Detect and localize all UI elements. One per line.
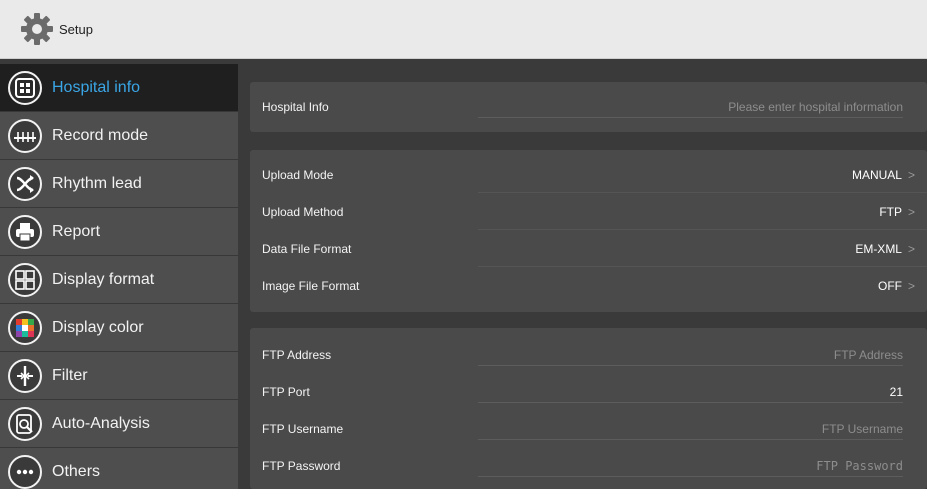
input-underline [478,365,903,366]
hospital-grid-icon [8,70,42,105]
display-grid-icon [8,262,42,297]
sidebar-item-label: Display color [52,318,144,336]
input-underline [478,117,903,118]
filter-icon [8,358,42,393]
hospital-info-label: Hospital Info [262,99,329,114]
rhythm-lead-icon [8,166,42,201]
ftp-settings-group: FTP Address FTP Address FTP Port 21 FTP … [250,328,927,489]
page-title: Setup [59,21,93,37]
upload-mode-label: Upload Mode [262,167,334,182]
sidebar-item-label: Rhythm lead [52,174,142,192]
printer-icon [8,214,42,249]
sidebar-item-label: Auto-Analysis [52,414,150,432]
hospital-info-group: Hospital Info Please enter hospital info… [250,82,927,132]
data-file-format-value: EM-XML > [855,242,915,256]
upload-mode-value-text: MANUAL [851,167,902,182]
image-file-format-value-text: OFF [877,278,902,293]
data-file-format-row[interactable]: Data File Format EM-XML > [250,230,927,267]
color-palette-icon [8,310,42,345]
hospital-info-row[interactable]: Hospital Info Please enter hospital info… [250,88,927,125]
chevron-right-icon: > [907,167,915,182]
ftp-address-row[interactable]: FTP Address FTP Address [250,336,927,373]
input-underline [478,402,903,403]
upload-mode-row[interactable]: Upload Mode MANUAL > [250,156,927,193]
ftp-port-label: FTP Port [262,384,310,399]
chevron-right-icon: > [907,278,915,293]
upload-method-value: FTP > [879,205,915,219]
upload-method-row[interactable]: Upload Method FTP > [250,193,927,230]
upload-mode-value: MANUAL > [852,168,915,182]
ftp-address-label: FTP Address [262,347,332,362]
data-file-format-value-text: EM-XML [855,241,902,256]
sidebar-item-label: Report [52,222,101,240]
sidebar-item-record-mode[interactable]: Record mode [0,112,238,160]
data-file-format-label: Data File Format [262,241,352,256]
sidebar-item-display-format[interactable]: Display format [0,256,238,304]
title-bar: Setup [0,0,927,59]
upload-settings-group: Upload Mode MANUAL > Upload Method FTP > D… [250,150,927,312]
sidebar-item-label: Display format [52,270,155,288]
image-file-format-label: Image File Format [262,278,360,293]
ftp-username-label: FTP Username [262,421,344,436]
upload-method-label: Upload Method [262,204,344,219]
sidebar-item-rhythm-lead[interactable]: Rhythm lead [0,160,238,208]
ftp-username-input[interactable]: FTP Username [822,422,903,436]
sidebar-item-filter[interactable]: Filter [0,352,238,400]
sidebar-item-label: Others [52,462,101,480]
input-underline [478,439,903,440]
sidebar-item-report[interactable]: Report [0,208,238,256]
chevron-right-icon: > [907,204,915,219]
sidebar: Hospital info Record mode Rhythm lead Re… [0,64,238,489]
chevron-right-icon: > [907,241,915,256]
ftp-username-row[interactable]: FTP Username FTP Username [250,410,927,447]
ftp-address-input[interactable]: FTP Address [834,348,903,362]
more-dots-icon [8,454,42,489]
sidebar-item-others[interactable]: Others [0,448,238,489]
image-file-format-value: OFF > [878,279,915,293]
hospital-info-input[interactable]: Please enter hospital information [728,100,903,114]
gear-icon[interactable] [17,9,57,49]
input-underline [478,476,903,477]
sidebar-item-label: Hospital info [52,78,141,96]
ftp-password-input[interactable]: FTP Password [816,459,903,473]
record-waveform-icon [8,118,42,153]
sidebar-item-auto-analysis[interactable]: Auto-Analysis [0,400,238,448]
sidebar-item-label: Record mode [52,126,149,144]
ftp-port-input[interactable]: 21 [890,385,903,399]
sidebar-item-display-color[interactable]: Display color [0,304,238,352]
analysis-magnifier-icon [8,406,42,441]
ftp-password-row[interactable]: FTP Password FTP Password [250,447,927,484]
settings-content: Hospital Info Please enter hospital info… [238,64,927,489]
upload-method-value-text: FTP [879,204,902,219]
ftp-port-row[interactable]: FTP Port 21 [250,373,927,410]
image-file-format-row[interactable]: Image File Format OFF > [250,267,927,304]
sidebar-item-hospital-info[interactable]: Hospital info [0,64,238,112]
ftp-password-label: FTP Password [262,458,341,473]
sidebar-item-label: Filter [52,366,88,384]
